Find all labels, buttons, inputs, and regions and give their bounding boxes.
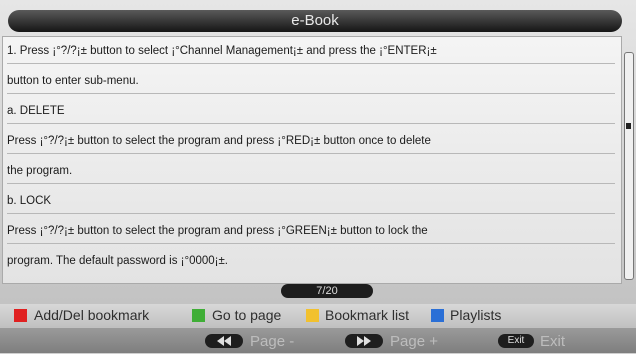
- yellow-key-label: Bookmark list: [325, 307, 410, 323]
- rewind-icon[interactable]: [205, 334, 243, 348]
- color-key-legend: Add/Del bookmark Go to page Bookmark lis…: [0, 304, 636, 326]
- scrollbar-thumb[interactable]: [626, 123, 631, 129]
- green-key-label: Go to page: [212, 307, 282, 323]
- scrollbar[interactable]: [624, 52, 634, 280]
- page-indicator: 7/20: [281, 284, 373, 298]
- content-line: a. DELETE: [7, 97, 615, 124]
- exit-label[interactable]: Exit: [540, 329, 565, 354]
- fast-forward-icon[interactable]: [345, 334, 383, 348]
- content-line: program. The default password is ¡°0000¡…: [7, 255, 228, 267]
- ebook-content: 1. Press ¡°?/?¡± button to select ¡°Chan…: [2, 36, 622, 284]
- content-line: the program.: [7, 157, 615, 184]
- exit-key-icon[interactable]: Exit: [498, 334, 534, 348]
- blue-key-label: Playlists: [450, 307, 502, 323]
- red-key-label: Add/Del bookmark: [34, 307, 150, 323]
- page-prev-label[interactable]: Page -: [250, 329, 294, 354]
- red-key-icon: [14, 309, 27, 322]
- blue-key-icon: [431, 309, 444, 322]
- navigation-bar: Page - Page + Exit Exit: [0, 328, 636, 353]
- page-next-label[interactable]: Page +: [390, 329, 438, 354]
- content-line: Press ¡°?/?¡± button to select the progr…: [7, 217, 615, 244]
- yellow-key-icon: [306, 309, 319, 322]
- content-line: b. LOCK: [7, 187, 615, 214]
- content-line: 1. Press ¡°?/?¡± button to select ¡°Chan…: [7, 37, 615, 64]
- green-key-icon: [192, 309, 205, 322]
- ebook-window: e-Book 1. Press ¡°?/?¡± button to select…: [0, 0, 636, 353]
- content-line: button to enter sub-menu.: [7, 67, 615, 94]
- content-line: Press ¡°?/?¡± button to select the progr…: [7, 127, 615, 154]
- window-title: e-Book: [8, 10, 622, 32]
